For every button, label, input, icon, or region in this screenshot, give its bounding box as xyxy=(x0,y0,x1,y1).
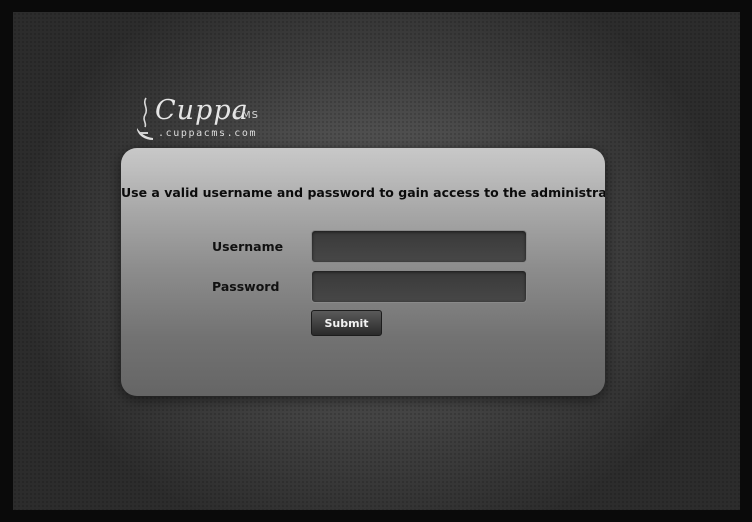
logo-suffix: CMS xyxy=(234,110,259,121)
login-page: Cuppa CMS .cuppacms.com Use a valid user… xyxy=(13,12,740,510)
submit-button[interactable]: Submit xyxy=(311,310,382,336)
login-panel: Use a valid username and password to gai… xyxy=(121,148,605,396)
password-label: Password xyxy=(212,279,280,294)
login-message: Use a valid username and password to gai… xyxy=(121,185,605,200)
logo-url: .cuppacms.com xyxy=(158,128,258,139)
cuppa-cms-logo: Cuppa CMS .cuppacms.com xyxy=(136,96,266,144)
username-input[interactable] xyxy=(311,230,527,263)
username-label: Username xyxy=(212,239,284,254)
steaming-cup-icon xyxy=(137,97,153,140)
password-input[interactable] xyxy=(311,270,527,303)
